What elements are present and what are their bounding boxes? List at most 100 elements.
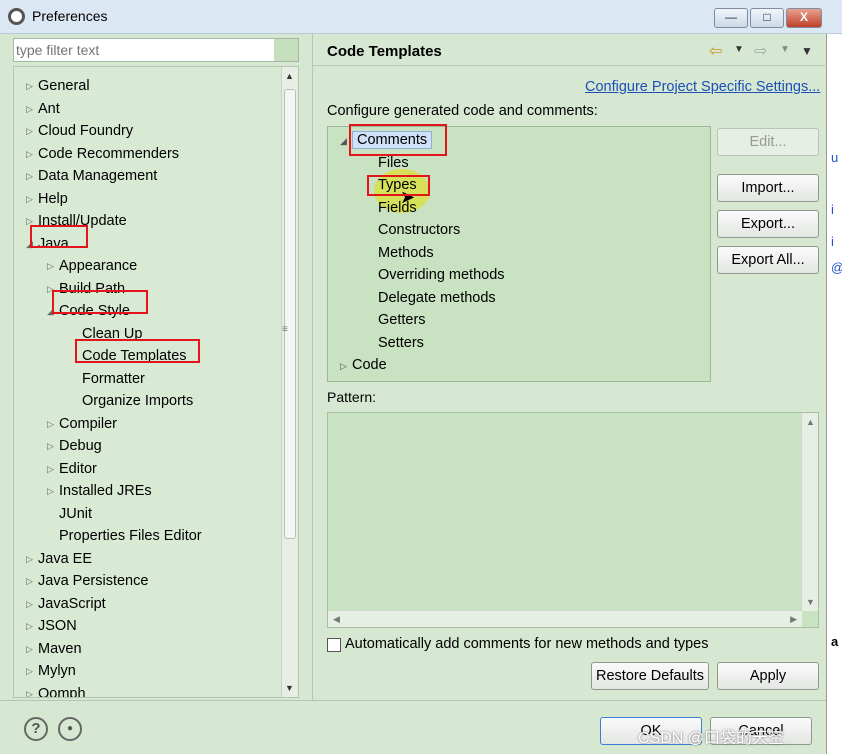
tree-item[interactable]: ▷ Code Recommenders [26, 143, 179, 165]
template-item-label: Code [352, 357, 387, 373]
scroll-up-icon[interactable]: ▲ [285, 71, 294, 81]
template-item[interactable]: Fields [378, 197, 417, 219]
pattern-horizontal-scrollbar[interactable]: ◀ ▶ [328, 610, 802, 627]
template-item-label: Methods [378, 244, 434, 261]
tree-item-label: Oomph [38, 685, 86, 698]
scroll-down-icon[interactable]: ▼ [806, 597, 815, 607]
auto-comment-checkbox[interactable] [327, 638, 341, 652]
collapsed-icon[interactable]: ▷ [26, 660, 38, 682]
tree-item[interactable]: ▷ Oomph [26, 683, 86, 698]
auto-comment-label[interactable]: Automatically add comments for new metho… [345, 636, 708, 652]
pattern-vertical-scrollbar[interactable]: ▲ ▼ [801, 413, 818, 611]
title-bar: Preferences — □ X [0, 0, 842, 34]
tree-item[interactable]: ▷ Appearance [47, 255, 137, 277]
filter-input[interactable] [16, 41, 276, 59]
template-item[interactable]: Overriding methods [378, 264, 505, 286]
apply-button[interactable]: Apply [717, 662, 819, 690]
template-item[interactable]: Delegate methods [378, 287, 496, 309]
tree-item[interactable]: ▷ Data Management [26, 165, 157, 187]
template-item[interactable]: ▷ Code [340, 354, 387, 376]
tree-item[interactable]: ▷ JavaScript [26, 593, 106, 615]
close-button[interactable]: X [786, 8, 822, 28]
collapsed-icon[interactable]: ▷ [26, 120, 38, 142]
scroll-right-icon[interactable]: ▶ [790, 614, 797, 625]
template-item[interactable]: Constructors [378, 219, 460, 241]
tree-item[interactable]: ▷ Editor [47, 458, 97, 480]
export-button[interactable]: Export... [717, 210, 819, 238]
tree-item[interactable]: ▷ JSON [26, 615, 77, 637]
collapsed-icon[interactable]: ▷ [26, 188, 38, 210]
forward-arrow-icon[interactable]: ⇨ [754, 41, 767, 61]
back-dropdown-icon[interactable]: ▼ [734, 44, 744, 55]
collapsed-icon[interactable]: ▷ [26, 570, 38, 592]
tree-item[interactable]: ▷ Installed JREs [47, 480, 152, 502]
template-item-label: Files [378, 154, 409, 171]
sash-grip-icon[interactable]: ≡ [282, 324, 288, 335]
tree-item-label: Editor [59, 460, 97, 477]
tree-item[interactable]: ▷ General [26, 75, 90, 97]
page-description: Configure generated code and comments: [327, 103, 598, 119]
tree-item[interactable]: ▷ Cloud Foundry [26, 120, 133, 142]
collapsed-icon[interactable]: ▷ [47, 458, 59, 480]
import-button[interactable]: Import... [717, 174, 819, 202]
project-specific-settings-link[interactable]: Configure Project Specific Settings... [585, 79, 820, 95]
preference-tree[interactable]: ▲ ▼ ▷ General ▷ Ant ▷ Cloud Foundry ▷ Code Reco… [13, 66, 299, 698]
tree-item-label: Cloud Foundry [38, 123, 134, 139]
scroll-up-icon[interactable]: ▲ [806, 417, 815, 427]
page-title: Code Templates [327, 43, 442, 60]
minimize-button[interactable]: — [714, 8, 748, 28]
filter-field[interactable] [13, 38, 299, 62]
collapsed-icon[interactable]: ▷ [47, 480, 59, 502]
tree-item[interactable]: ▷ Help [26, 188, 68, 210]
collapsed-icon[interactable]: ▷ [26, 75, 38, 97]
template-item-label: Getters [378, 312, 426, 328]
templates-tree[interactable]: ➤ ◢ Comments Files Types Fields Constructors M… [327, 126, 711, 382]
maximize-button[interactable]: □ [750, 8, 784, 28]
tree-item[interactable]: Properties Files Editor [47, 525, 202, 547]
tree-item[interactable]: ▷ Java Persistence [26, 570, 148, 592]
scroll-left-icon[interactable]: ◀ [333, 614, 340, 625]
tree-item[interactable]: Organize Imports [70, 390, 193, 412]
back-arrow-icon[interactable]: ⇦ [709, 41, 722, 61]
help-icon[interactable]: ? [24, 717, 48, 741]
tree-item-label: Formatter [82, 370, 145, 387]
edit-button[interactable]: Edit... [717, 128, 819, 156]
collapsed-icon[interactable]: ▷ [47, 435, 59, 457]
collapsed-icon[interactable]: ▷ [26, 548, 38, 570]
tree-item[interactable]: JUnit [47, 503, 92, 525]
tree-item-label: JSON [38, 618, 77, 634]
collapsed-icon[interactable]: ▷ [340, 355, 352, 377]
collapsed-icon[interactable]: ▷ [26, 593, 38, 615]
restore-defaults-button[interactable]: Restore Defaults [591, 662, 709, 690]
collapsed-icon[interactable]: ▷ [26, 615, 38, 637]
collapsed-icon[interactable]: ▷ [26, 165, 38, 187]
tree-item-label: General [38, 78, 90, 94]
collapsed-icon[interactable]: ▷ [47, 413, 59, 435]
template-item[interactable]: Getters [378, 309, 426, 331]
template-item-label: Setters [378, 334, 424, 351]
collapsed-icon[interactable]: ▷ [26, 638, 38, 660]
tree-item[interactable]: ▷ Maven [26, 638, 82, 660]
import-export-icon[interactable]: ● [58, 717, 82, 741]
scroll-down-icon[interactable]: ▼ [285, 683, 294, 693]
preference-navigation: ▲ ▼ ▷General▷Ant▷Cloud Foundry▷Code Reco… [0, 34, 312, 700]
template-item[interactable]: Setters [378, 332, 424, 354]
collapsed-icon[interactable]: ▷ [47, 255, 59, 277]
tree-item[interactable]: ▷ Ant [26, 98, 60, 120]
tree-item[interactable]: ▷ Mylyn [26, 660, 76, 682]
export-all-button[interactable]: Export All... [717, 246, 819, 274]
scroll-thumb[interactable] [284, 89, 296, 539]
forward-dropdown-icon[interactable]: ▼ [780, 44, 790, 55]
clear-filter-icon[interactable] [274, 39, 298, 61]
tree-item[interactable]: ▷ Compiler [47, 413, 117, 435]
template-item[interactable]: Methods [378, 242, 434, 264]
view-menu-icon[interactable]: ▼ [801, 44, 813, 58]
tree-item[interactable]: ▷ Debug [47, 435, 102, 457]
tree-scrollbar[interactable]: ▲ ▼ [281, 67, 298, 697]
tree-item[interactable]: ▷ Java EE [26, 548, 92, 570]
collapsed-icon[interactable]: ▷ [26, 683, 38, 698]
collapsed-icon[interactable]: ▷ [26, 98, 38, 120]
pattern-viewer[interactable]: ▲ ▼ ◀ ▶ [327, 412, 819, 628]
collapsed-icon[interactable]: ▷ [26, 143, 38, 165]
tree-item[interactable]: Formatter [70, 368, 145, 390]
